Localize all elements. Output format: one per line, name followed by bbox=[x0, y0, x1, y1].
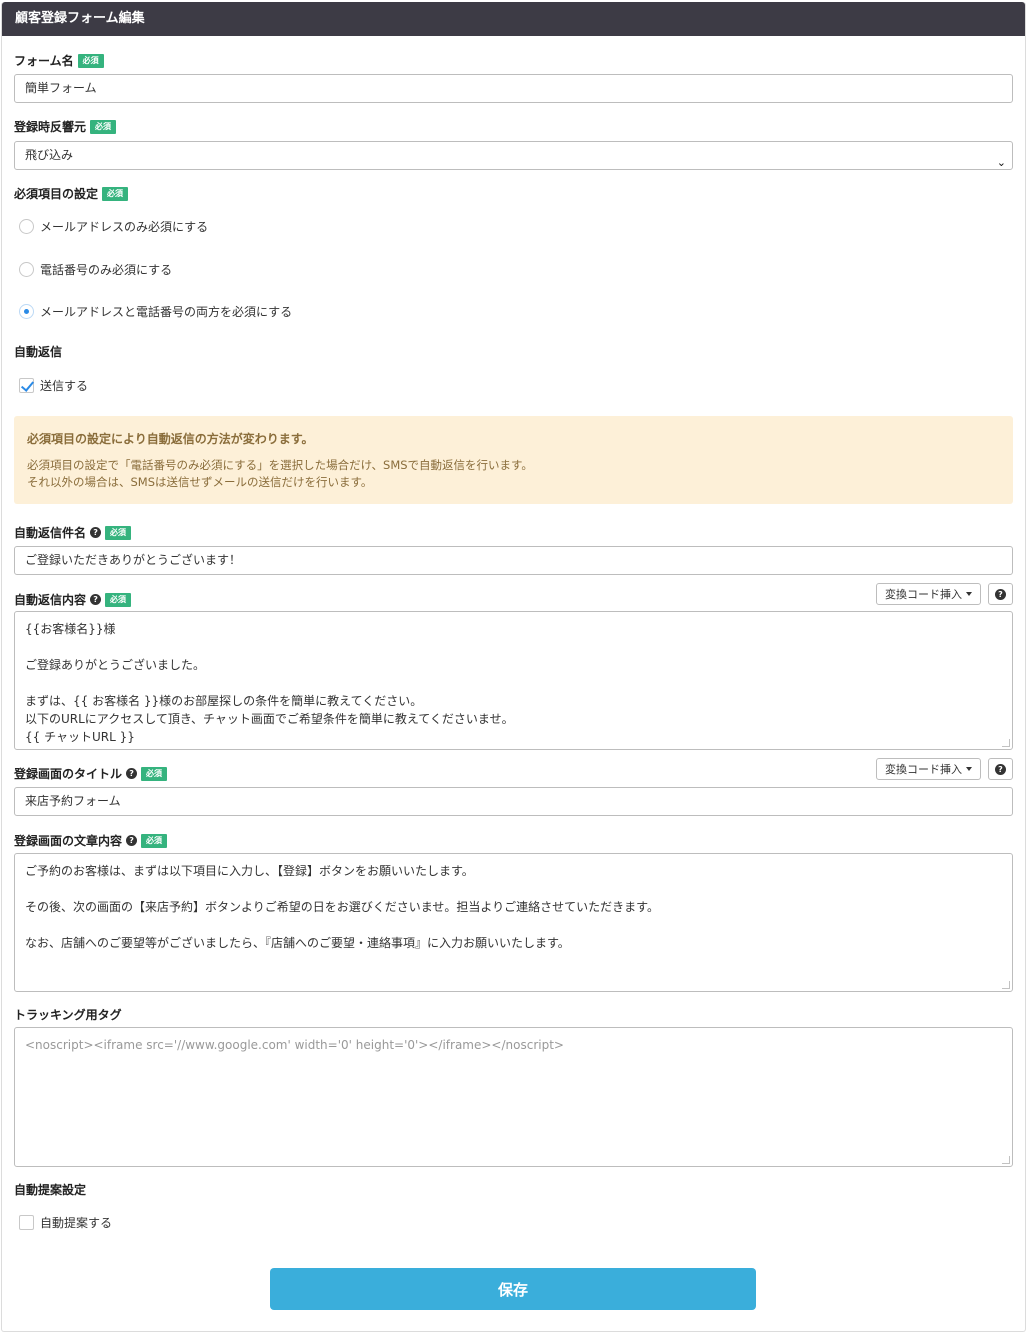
reply-body-textarea[interactable]: {{お客様名}}様 ご登録ありがとうございました。 まずは、{{ お客様名 }}… bbox=[14, 611, 1013, 750]
notice-box: 必須項目の設定により自動返信の方法が変わります。 必須項目の設定で「電話番号のみ… bbox=[14, 416, 1013, 504]
source-label-text: 登録時反響元 bbox=[14, 120, 87, 134]
form-name-label: フォーム名 必須 bbox=[14, 52, 104, 69]
auto-reply-checkbox-row[interactable]: 送信する bbox=[19, 377, 88, 394]
chevron-down-icon: ⌄ bbox=[996, 156, 1006, 169]
insert-code-button[interactable]: 変換コード挿入 bbox=[876, 583, 981, 605]
reply-body-label-text: 自動返信内容 bbox=[14, 593, 87, 607]
radio-phone-only[interactable]: 電話番号のみ必須にする bbox=[19, 261, 172, 278]
caret-down-icon bbox=[966, 592, 972, 596]
text-line: ご登録ありがとうございました。 bbox=[25, 658, 206, 672]
resize-handle[interactable] bbox=[1002, 981, 1010, 989]
resize-handle[interactable] bbox=[1002, 739, 1010, 747]
help-icon[interactable]: ? bbox=[126, 835, 138, 846]
required-badge: 必須 bbox=[141, 766, 168, 781]
auto-suggest-checkbox[interactable] bbox=[19, 1215, 34, 1230]
radio-phone-only-label: 電話番号のみ必須にする bbox=[40, 263, 173, 277]
form-name-input[interactable]: 簡単フォーム bbox=[14, 74, 1013, 103]
reply-body-label: 自動返信内容 ? 必須 bbox=[14, 591, 132, 608]
help-icon[interactable]: ? bbox=[126, 768, 138, 779]
reply-subject-label-text: 自動返信件名 bbox=[14, 526, 87, 540]
text-line: {{お客様名}}様 bbox=[25, 622, 116, 636]
page-title-label-text: 登録画面のタイトル bbox=[14, 767, 123, 781]
text-line: 以下のURLにアクセスして頂き、チャット画面でご希望条件を簡単に教えてくださいま… bbox=[25, 712, 514, 726]
text-line bbox=[25, 638, 1002, 656]
page-text-textarea[interactable]: ご予約のお客様は、まずは以下項目に入力し、【登録】ボタンをお願いいたします。 そ… bbox=[14, 853, 1013, 992]
help-button[interactable]: ? bbox=[988, 583, 1013, 605]
notice-title: 必須項目の設定により自動返信の方法が変わります。 bbox=[27, 432, 314, 446]
insert-code-button-label: 変換コード挿入 bbox=[885, 763, 962, 776]
caret-down-icon bbox=[966, 767, 972, 771]
source-label: 登録時反響元 必須 bbox=[14, 118, 117, 135]
required-settings-label: 必須項目の設定 必須 bbox=[14, 185, 129, 202]
page-text-label-text: 登録画面の文章内容 bbox=[14, 834, 123, 848]
text-line: その後、次の画面の【来店予約】ボタンよりご希望の日をお選びくださいませ。担当より… bbox=[25, 900, 659, 914]
notice-line: 必須項目の設定で「電話番号のみ必須にする」を選択した場合だけ、SMSで自動返信を… bbox=[27, 458, 533, 472]
help-button[interactable]: ? bbox=[988, 758, 1013, 780]
save-button[interactable]: 保存 bbox=[270, 1268, 756, 1310]
tracking-tag-label: トラッキング用タグ bbox=[14, 1008, 122, 1022]
text-line: まずは、{{ お客様名 }}様のお部屋探しの条件を簡単に教えてください。 bbox=[25, 694, 423, 708]
page-title-label: 登録画面のタイトル ? 必須 bbox=[14, 765, 168, 782]
auto-suggest-checkbox-label: 自動提案する bbox=[40, 1216, 113, 1230]
insert-code-button[interactable]: 変換コード挿入 bbox=[876, 758, 981, 780]
required-badge: 必須 bbox=[105, 592, 132, 607]
radio-button[interactable] bbox=[19, 262, 34, 277]
notice-line: それ以外の場合は、SMSは送信せずメールの送信だけを行います。 bbox=[27, 475, 373, 489]
auto-reply-checkbox-label: 送信する bbox=[40, 379, 89, 393]
tracking-tag-textarea[interactable]: <noscript><iframe src='//www.google.com'… bbox=[14, 1027, 1013, 1167]
reply-subject-label: 自動返信件名 ? 必須 bbox=[14, 524, 132, 541]
text-line: {{ チャットURL }} bbox=[25, 730, 135, 744]
text-line: なお、店舗へのご要望等がございましたら、『店舗へのご要望・連絡事項』に入力お願い… bbox=[25, 936, 570, 950]
auto-reply-checkbox[interactable] bbox=[19, 378, 34, 393]
required-badge: 必須 bbox=[77, 53, 104, 68]
required-badge: 必須 bbox=[90, 119, 117, 134]
auto-suggest-label: 自動提案設定 bbox=[14, 1183, 87, 1197]
help-icon[interactable]: ? bbox=[90, 594, 102, 605]
reply-subject-input[interactable]: ご登録いただきありがとうございます！ bbox=[14, 546, 1013, 575]
form-name-label-text: フォーム名 bbox=[14, 54, 74, 68]
panel-header: 顧客登録フォーム編集 bbox=[2, 2, 1025, 36]
text-line bbox=[25, 674, 1002, 692]
source-select[interactable]: 飛び込み ⌄ bbox=[14, 141, 1013, 170]
text-line: ご予約のお客様は、まずは以下項目に入力し、【登録】ボタンをお願いいたします。 bbox=[25, 864, 474, 878]
auto-suggest-checkbox-row[interactable]: 自動提案する bbox=[19, 1214, 112, 1231]
radio-email-only-label: メールアドレスのみ必須にする bbox=[40, 220, 209, 234]
help-icon: ? bbox=[995, 763, 1006, 775]
page-title-input[interactable]: 来店予約フォーム bbox=[14, 787, 1013, 816]
insert-code-button-label: 変換コード挿入 bbox=[885, 588, 962, 601]
tracking-tag-placeholder: <noscript><iframe src='//www.google.com'… bbox=[25, 1038, 564, 1052]
radio-button[interactable] bbox=[19, 219, 34, 234]
radio-both-label: メールアドレスと電話番号の両方を必須にする bbox=[40, 305, 293, 319]
radio-both[interactable]: メールアドレスと電話番号の両方を必須にする bbox=[19, 303, 292, 320]
auto-reply-label: 自動返信 bbox=[14, 345, 63, 359]
radio-button-selected[interactable] bbox=[19, 304, 34, 319]
help-icon: ? bbox=[995, 588, 1006, 600]
required-badge: 必須 bbox=[141, 833, 168, 848]
radio-email-only[interactable]: メールアドレスのみ必須にする bbox=[19, 218, 208, 235]
resize-handle[interactable] bbox=[1002, 1156, 1010, 1164]
page-text-label: 登録画面の文章内容 ? 必須 bbox=[14, 832, 168, 849]
text-line bbox=[25, 880, 1002, 898]
required-badge: 必須 bbox=[102, 186, 129, 201]
text-line bbox=[25, 916, 1002, 934]
source-select-value: 飛び込み bbox=[25, 148, 74, 162]
required-settings-label-text: 必須項目の設定 bbox=[14, 187, 99, 201]
required-badge: 必須 bbox=[105, 525, 132, 540]
help-icon[interactable]: ? bbox=[90, 527, 102, 538]
